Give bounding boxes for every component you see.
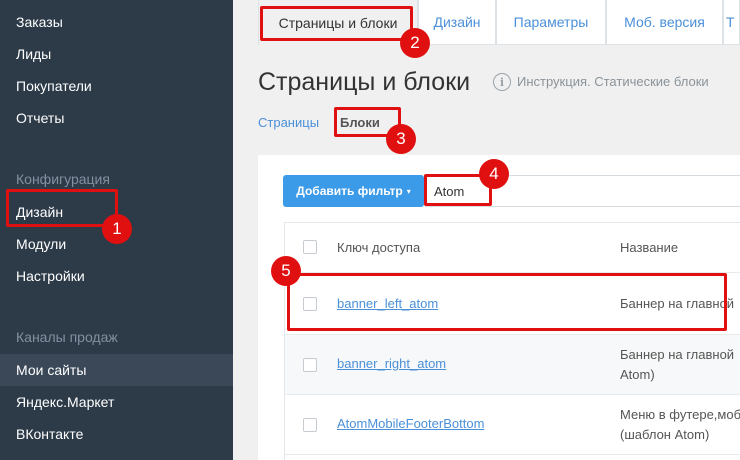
annotation-box-1 [6,189,118,227]
annotation-badge-4: 4 [479,159,509,189]
tab-design[interactable]: Дизайн [418,0,496,45]
add-filter-button[interactable]: Добавить фильтр ▾ [283,175,424,207]
sidebar-item-vkontakte[interactable]: ВКонтакте [16,426,83,442]
tab-mobile-version[interactable]: Моб. версия [606,0,723,45]
sidebar-item-my-sites[interactable]: Мои сайты [16,362,86,378]
sidebar-item-reports[interactable]: Отчеты [16,110,64,126]
row-name-line2: Atom) [620,367,655,382]
row-key-link[interactable]: AtomMobileFooterBottom [337,416,484,431]
annotation-badge-5: 5 [271,256,301,286]
row-name: Баннер на главной [620,347,735,362]
tab-truncated[interactable]: Т [723,0,740,45]
column-header-key: Ключ доступа [337,240,421,255]
row-name: Меню в футере,моб [620,407,740,422]
row-key-link[interactable]: banner_right_atom [337,356,446,371]
sidebar-item-modules[interactable]: Модули [16,236,66,252]
table-header-row: Ключ доступа Название [285,223,740,273]
annotation-badge-2: 2 [400,28,430,58]
table-row: AtomMobileFooterBottom Меню в футере,моб… [285,395,740,455]
table-row: banner_right_atom Баннер на главной Atom… [285,335,740,395]
annotation-box-5 [287,273,727,331]
add-filter-label: Добавить фильтр [296,184,403,198]
row-checkbox[interactable] [303,358,317,372]
help-link[interactable]: Инструкция. Статические блоки [517,74,709,89]
sidebar-item-yandex-market[interactable]: Яндекс.Маркет [16,394,114,410]
tab-parameters[interactable]: Параметры [496,0,606,45]
chevron-down-icon: ▾ [406,186,411,196]
page-title: Страницы и блоки [258,68,471,96]
annotation-badge-3: 3 [386,124,416,154]
sidebar-item-settings[interactable]: Настройки [16,268,85,284]
sidebar-item-leads[interactable]: Лиды [16,46,51,62]
sidebar-group-sales-channels: Каналы продаж [16,329,118,345]
column-header-name: Название [620,240,679,255]
subtab-pages[interactable]: Страницы [258,115,319,130]
row-checkbox[interactable] [303,418,317,432]
annotation-box-2 [260,6,413,41]
sidebar-item-customers[interactable]: Покупатели [16,78,92,94]
info-icon: i [493,73,511,91]
sidebar-group-configuration: Конфигурация [16,171,110,187]
row-name-line2: (шаблон Atom) [620,427,710,442]
annotation-badge-1: 1 [102,214,132,244]
select-all-checkbox[interactable] [303,240,317,254]
sidebar-item-orders[interactable]: Заказы [16,14,63,30]
blocks-table: Ключ доступа Название banner_left_atom Б… [284,222,740,460]
